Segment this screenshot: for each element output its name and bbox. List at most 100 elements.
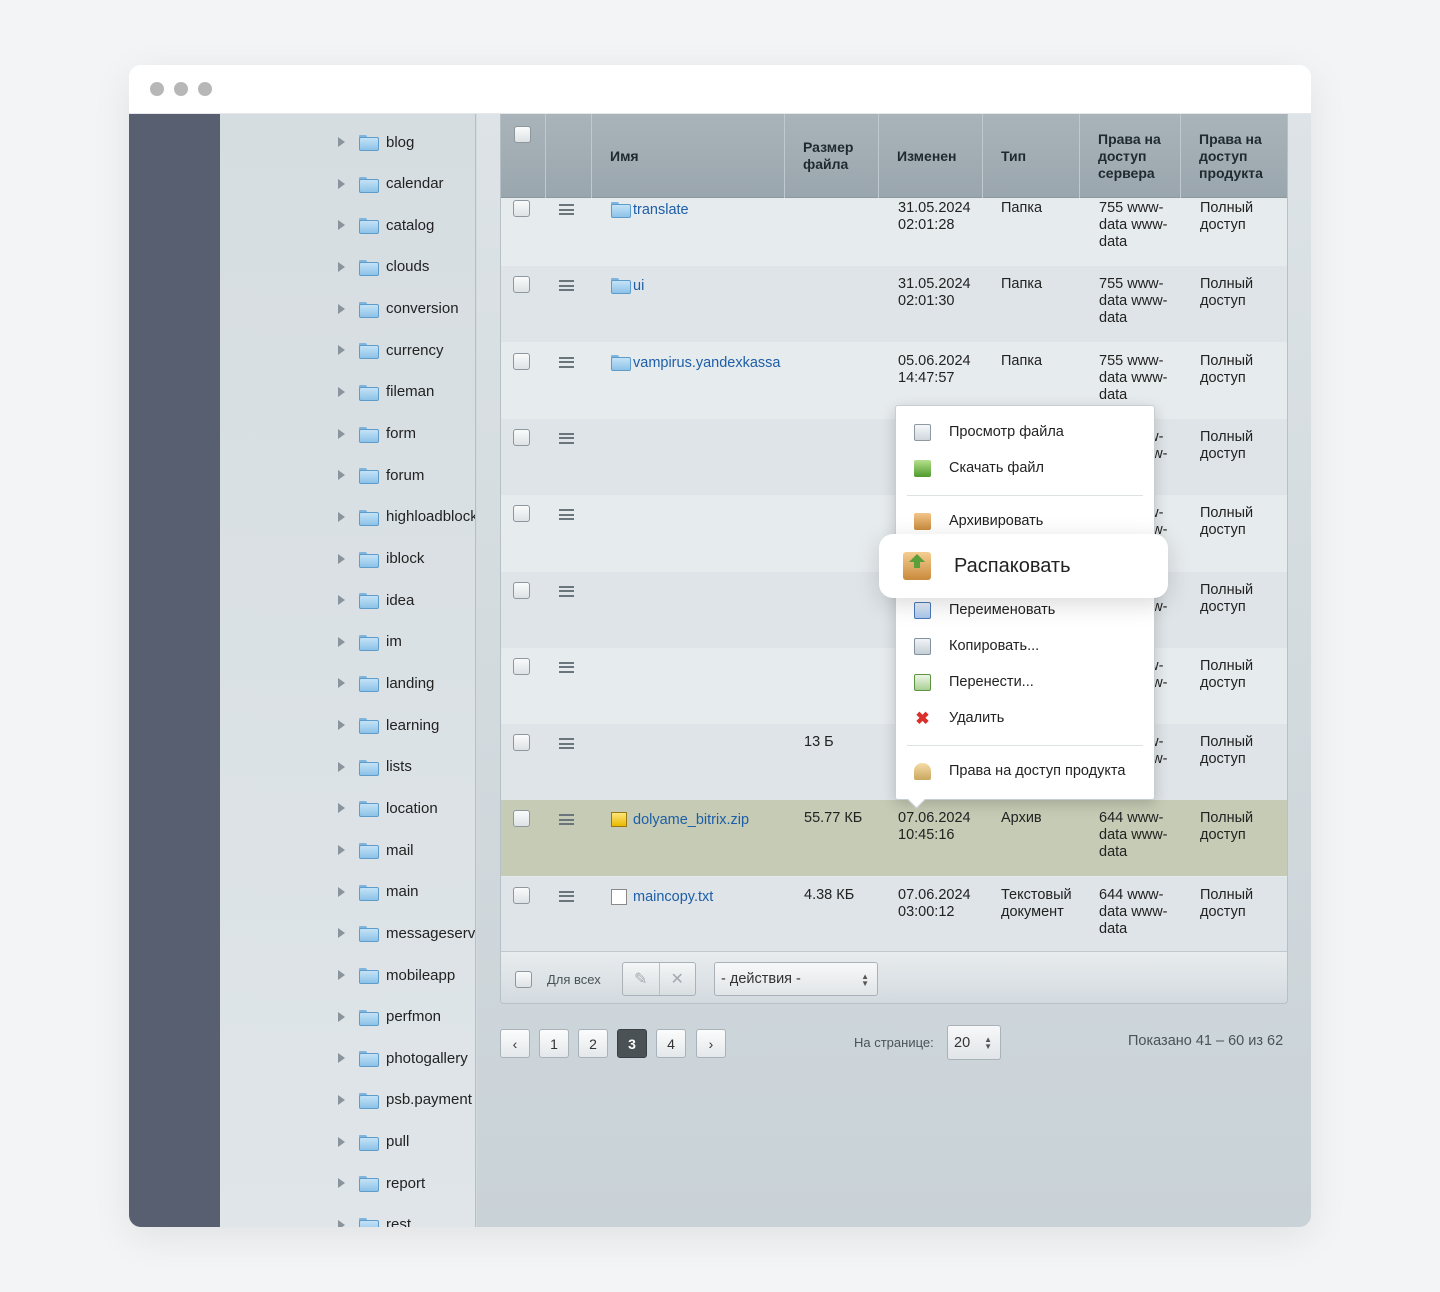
row-checkbox[interactable] [513,428,530,446]
row-menu-icon[interactable] [559,280,574,292]
expand-arrow-icon[interactable] [338,845,345,856]
row-checkbox[interactable] [513,810,530,828]
row-menu-icon[interactable] [559,356,574,368]
row-checkbox[interactable] [513,581,530,599]
expand-arrow-icon[interactable] [338,1094,345,1105]
row-menu-icon[interactable] [559,432,574,444]
expand-arrow-icon[interactable] [338,386,345,397]
row-menu-icon[interactable] [559,661,574,673]
tree-item[interactable]: conversion [220,288,475,330]
tree-item[interactable]: fileman [220,371,475,413]
tree-item[interactable]: lists [220,746,475,788]
row-checkbox[interactable] [513,734,530,752]
menu-move[interactable]: Перенести... [896,665,1156,699]
expand-arrow-icon[interactable] [338,1178,345,1189]
tree-item[interactable]: catalog [220,204,475,246]
file-name-link[interactable]: maincopy.txt [633,889,713,906]
row-checkbox[interactable] [513,276,530,294]
file-name-link[interactable]: vampirus.yandexkassa [633,355,781,372]
window-dot-icon[interactable] [198,82,212,96]
tree-item[interactable]: photogallery [220,1037,475,1079]
expand-arrow-icon[interactable] [338,928,345,939]
row-checkbox[interactable] [513,505,530,523]
table-row[interactable]: maincopy.txt 4.38 КБ 07.06.2024 03:00:12 Те… [501,876,1287,953]
tree-item[interactable]: pull [220,1121,475,1163]
row-checkbox[interactable] [513,657,530,675]
expand-arrow-icon[interactable] [338,1136,345,1147]
tree-item[interactable]: learning [220,704,475,746]
row-checkbox[interactable] [513,886,530,904]
expand-arrow-icon[interactable] [338,678,345,689]
delete-x-icon[interactable]: ✕ [660,963,696,995]
expand-arrow-icon[interactable] [338,220,345,231]
menu-unpack-highlight[interactable]: Распаковать [879,534,1168,598]
tree-item[interactable]: mobileapp [220,954,475,996]
row-menu-icon[interactable] [559,738,574,750]
tree-item[interactable]: idea [220,579,475,621]
header-size[interactable]: Размер файла [785,114,879,198]
page-next-button[interactable]: › [696,1029,726,1058]
tree-item[interactable]: main [220,871,475,913]
edit-icon[interactable]: ✎ [623,963,660,995]
tree-item[interactable]: form [220,413,475,455]
row-menu-icon[interactable] [559,585,574,597]
expand-arrow-icon[interactable] [338,511,345,522]
menu-rename[interactable]: Переименовать [896,593,1156,627]
expand-arrow-icon[interactable] [338,137,345,147]
expand-arrow-icon[interactable] [338,803,345,814]
table-row[interactable]: translate 31.05.2024 02:01:28 Папка 755 www… [501,198,1287,266]
for-all-checkbox[interactable] [515,971,532,988]
menu-download-file[interactable]: Скачать файл [896,451,1156,485]
table-row[interactable]: dolyame_bitrix.zip 55.77 КБ 07.06.2024 10:… [501,800,1287,877]
page-button[interactable]: 1 [539,1029,569,1058]
menu-delete[interactable]: ✖ Удалить [896,701,1156,735]
expand-arrow-icon[interactable] [338,1053,345,1064]
expand-arrow-icon[interactable] [338,720,345,731]
row-menu-icon[interactable] [559,204,574,215]
tree-item[interactable]: mail [220,829,475,871]
tree-item[interactable]: messageservice [220,912,475,954]
tree-item[interactable]: calendar [220,163,475,205]
expand-arrow-icon[interactable] [338,970,345,980]
tree-item[interactable]: psb.payment [220,1079,475,1121]
menu-copy[interactable]: Копировать... [896,629,1156,663]
page-button[interactable]: 2 [578,1029,608,1058]
page-button[interactable]: 3 [617,1029,647,1058]
expand-arrow-icon[interactable] [338,595,345,606]
expand-arrow-icon[interactable] [338,470,345,481]
actions-select[interactable]: - действия - ▲ ▼ [714,962,878,996]
header-name[interactable]: Имя [592,114,785,198]
expand-arrow-icon[interactable] [338,178,345,189]
row-checkbox[interactable] [513,352,530,370]
page-prev-button[interactable]: ‹ [500,1029,530,1058]
expand-arrow-icon[interactable] [338,345,345,356]
expand-arrow-icon[interactable] [338,261,345,272]
page-button[interactable]: 4 [656,1029,686,1058]
tree-item[interactable]: iblock [220,538,475,580]
tree-item[interactable]: landing [220,662,475,704]
expand-arrow-icon[interactable] [338,1011,345,1022]
expand-arrow-icon[interactable] [338,303,345,314]
menu-view-file[interactable]: Просмотр файла [896,415,1156,449]
expand-arrow-icon[interactable] [338,636,345,647]
select-all-checkbox[interactable] [514,126,531,143]
tree-item[interactable]: im [220,621,475,663]
header-modified[interactable]: Изменен [879,114,983,198]
expand-arrow-icon[interactable] [338,553,345,564]
tree-item[interactable]: location [220,787,475,829]
expand-arrow-icon[interactable] [338,761,345,772]
row-menu-icon[interactable] [559,890,574,902]
tree-item[interactable]: clouds [220,246,475,288]
menu-product-permissions[interactable]: Права на доступ продукта [896,754,1156,788]
row-menu-icon[interactable] [559,509,574,521]
tree-item[interactable]: currency [220,329,475,371]
header-type[interactable]: Тип [983,114,1080,198]
per-page-select[interactable]: 20 ▲ ▼ [947,1025,1001,1060]
row-checkbox[interactable] [513,200,530,217]
tree-item[interactable]: highloadblock [220,496,475,538]
tree-item[interactable]: report [220,1162,475,1204]
window-dot-icon[interactable] [150,82,164,96]
window-dot-icon[interactable] [174,82,188,96]
file-name-link[interactable]: dolyame_bitrix.zip [633,812,749,829]
table-row[interactable]: ui 31.05.2024 02:01:30 Папка 755 www-data w… [501,266,1287,343]
